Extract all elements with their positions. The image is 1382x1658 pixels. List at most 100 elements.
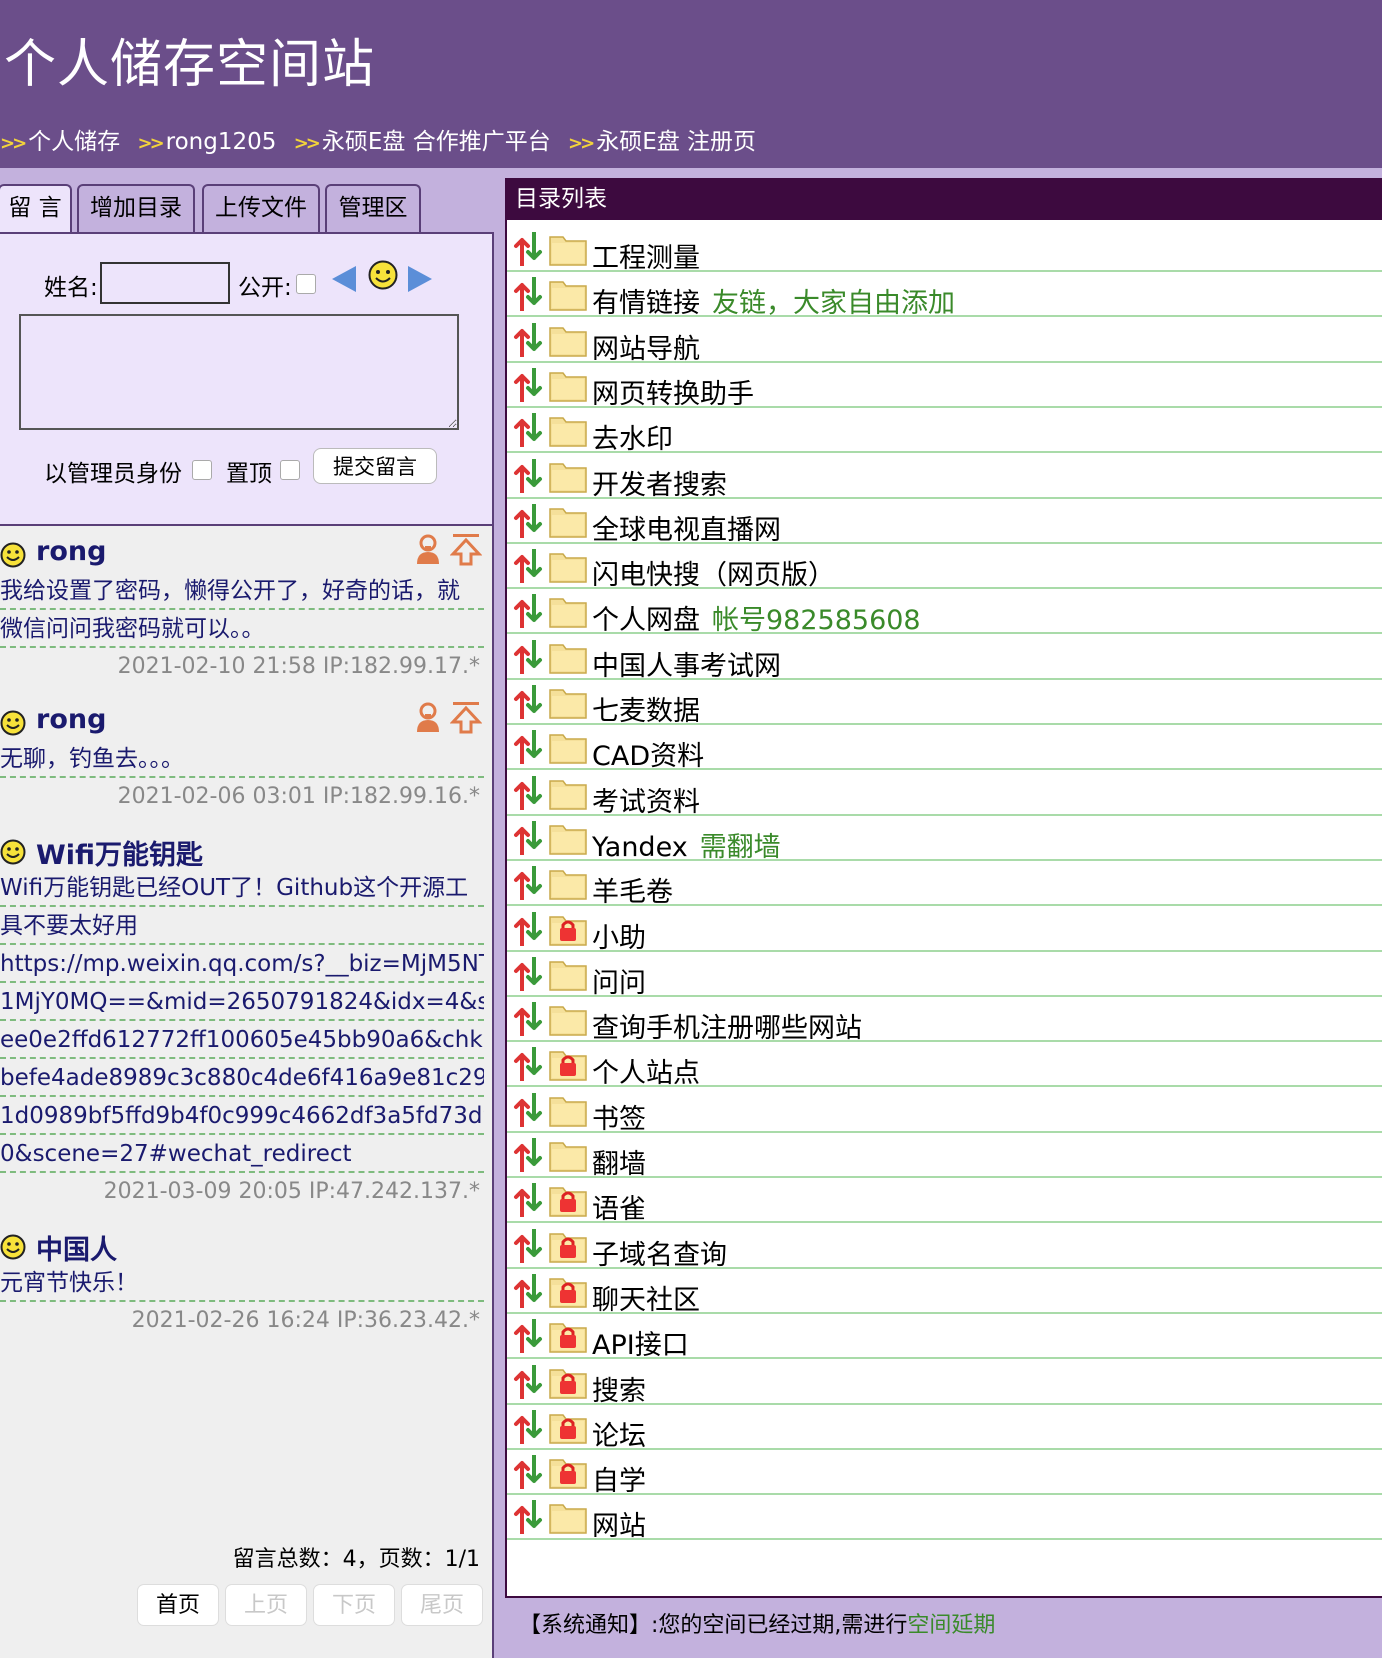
up-down-arrows-icon[interactable] xyxy=(513,322,543,357)
up-down-arrows-icon[interactable] xyxy=(513,730,543,765)
public-checkbox[interactable] xyxy=(296,274,316,294)
left-panel: 留 言 增加目录 上传文件 管理区 姓名: 公开: 以管理员身份 置顶 提交留言… xyxy=(0,168,494,1658)
public-label: 公开: xyxy=(238,275,292,301)
up-down-arrows-icon[interactable] xyxy=(513,685,543,719)
triangle-left-icon[interactable] xyxy=(332,266,356,292)
directory-row[interactable]: 七麦数据 xyxy=(507,677,1382,727)
directory-row[interactable]: 个人网盘 帐号982585608 xyxy=(507,586,1382,636)
admin-reply-icon[interactable] xyxy=(414,534,442,566)
tab-add-directory[interactable]: 增加目录 xyxy=(77,184,195,234)
directory-row[interactable]: 查询手机注册哪些网站 xyxy=(507,994,1382,1044)
message-textarea[interactable] xyxy=(19,314,459,430)
extend-space-link[interactable]: 空间延期 xyxy=(907,1613,995,1638)
directory-row[interactable]: 考试资料 xyxy=(507,768,1382,818)
up-down-arrows-icon[interactable] xyxy=(513,1002,543,1037)
up-down-arrows-icon[interactable] xyxy=(513,775,543,810)
directory-row[interactable]: 语雀 xyxy=(507,1175,1382,1225)
directory-row[interactable]: 开发者搜索 xyxy=(507,451,1382,501)
directory-row[interactable]: 翻墙 xyxy=(507,1130,1382,1180)
breadcrumb-link[interactable]: >> 个人储存 xyxy=(0,122,120,156)
up-down-arrows-icon[interactable] xyxy=(513,866,543,901)
directory-row[interactable]: 搜索 xyxy=(507,1357,1382,1407)
triangle-right-icon[interactable] xyxy=(408,266,432,292)
breadcrumb-link[interactable]: >> 永硕E盘 注册页 xyxy=(568,122,756,156)
directory-row[interactable]: 去水印 xyxy=(507,405,1382,455)
site-title: 个人储存空间站 xyxy=(4,35,376,95)
up-down-arrows-icon[interactable] xyxy=(513,277,543,312)
up-down-arrows-icon[interactable] xyxy=(513,1409,543,1444)
up-down-arrows-icon[interactable] xyxy=(513,1455,543,1490)
up-down-arrows-icon[interactable] xyxy=(513,232,543,266)
locked-folder-icon xyxy=(549,1459,587,1489)
breadcrumb-link[interactable]: >> 永硕E盘 合作推广平台 xyxy=(294,122,551,156)
directory-row[interactable]: CAD资料 xyxy=(507,722,1382,772)
directory-row[interactable]: 书签 xyxy=(507,1085,1382,1135)
directory-row[interactable]: API接口 xyxy=(507,1311,1382,1361)
tab-message[interactable]: 留 言 xyxy=(0,184,72,236)
up-down-arrows-icon[interactable] xyxy=(513,1500,543,1535)
directory-row[interactable]: 中国人事考试网 xyxy=(507,632,1382,682)
up-down-arrows-icon[interactable] xyxy=(513,1364,543,1399)
directory-row[interactable]: 网站 xyxy=(507,1492,1382,1543)
up-down-arrows-icon[interactable] xyxy=(513,1047,543,1082)
tab-admin[interactable]: 管理区 xyxy=(325,184,421,234)
name-input[interactable] xyxy=(100,262,230,304)
admin-reply-icon[interactable] xyxy=(414,702,442,734)
message-author: rong xyxy=(36,704,107,735)
folder-icon xyxy=(549,1006,587,1036)
directory-row[interactable]: 论坛 xyxy=(507,1402,1382,1452)
directory-row[interactable]: 全球电视直播网 xyxy=(507,496,1382,546)
message-meta: 2021-02-26 16:24 IP:36.23.42.* xyxy=(131,1308,480,1333)
directory-row[interactable]: 问问 xyxy=(507,949,1382,999)
breadcrumb-link[interactable]: >> rong1205 xyxy=(137,129,276,155)
directory-row[interactable]: 网页转换助手 xyxy=(507,360,1382,410)
directory-row[interactable]: 羊毛卷 xyxy=(507,858,1382,908)
up-down-arrows-icon[interactable] xyxy=(513,911,543,946)
tab-upload-file[interactable]: 上传文件 xyxy=(202,184,320,234)
directory-row[interactable]: 有情链接 友链，大家自由添加 xyxy=(507,269,1382,319)
up-down-arrows-icon[interactable] xyxy=(513,1228,543,1263)
up-down-arrows-icon[interactable] xyxy=(513,413,543,448)
directory-row[interactable]: 聊天社区 xyxy=(507,1266,1382,1316)
directory-row[interactable]: 子域名查询 xyxy=(507,1221,1382,1271)
up-down-arrows-icon[interactable] xyxy=(513,820,543,855)
submit-message-button[interactable]: 提交留言 xyxy=(313,448,437,484)
up-down-arrows-icon[interactable] xyxy=(513,594,543,629)
pin-top-icon[interactable] xyxy=(450,700,482,734)
smiley-icon[interactable] xyxy=(368,260,398,290)
locked-folder-icon xyxy=(549,1278,587,1308)
admin-checkbox[interactable] xyxy=(192,460,212,480)
message-author: rong xyxy=(36,536,107,567)
up-down-arrows-icon[interactable] xyxy=(513,639,543,674)
pin-top-icon[interactable] xyxy=(450,532,482,566)
locked-folder-icon xyxy=(549,1414,587,1444)
directory-name[interactable]: 网站 xyxy=(592,1504,646,1543)
message-meta: 2021-03-09 20:05 IP:47.242.137.* xyxy=(103,1179,480,1204)
message-item: Wifi万能钥匙 Wifi万能钥匙已经OUT了！Github这个开源工 具不要太好用… xyxy=(0,829,484,1211)
up-down-arrows-icon[interactable] xyxy=(513,1319,543,1354)
message-text-line: 具不要太好用 xyxy=(0,907,484,945)
directory-row[interactable]: 自学 xyxy=(507,1447,1382,1497)
directory-row[interactable]: Yandex 需翻墙 xyxy=(507,813,1382,863)
pin-checkbox[interactable] xyxy=(280,460,300,480)
up-down-arrows-icon[interactable] xyxy=(513,1092,543,1127)
up-down-arrows-icon[interactable] xyxy=(513,1273,543,1308)
directory-row[interactable]: 闪电快搜（网页版） xyxy=(507,541,1382,591)
directory-row[interactable]: 小助 xyxy=(507,904,1382,954)
directory-row[interactable]: 工程测量 xyxy=(507,224,1382,274)
up-down-arrows-icon[interactable] xyxy=(513,367,543,402)
folder-icon xyxy=(549,417,587,447)
up-down-arrows-icon[interactable] xyxy=(513,1183,543,1218)
message-text-line: 无聊，钓鱼去。。。 xyxy=(0,740,484,778)
directory-row[interactable]: 个人站点 xyxy=(507,1039,1382,1089)
directory-row[interactable]: 网站导航 xyxy=(507,315,1382,365)
up-down-arrows-icon[interactable] xyxy=(513,503,543,538)
up-down-arrows-icon[interactable] xyxy=(513,956,543,991)
message-form: 姓名: 公开: 以管理员身份 置顶 提交留言 xyxy=(0,232,494,526)
up-down-arrows-icon[interactable] xyxy=(513,549,543,584)
message-text-line: 元宵节快乐！ xyxy=(0,1264,484,1302)
locked-folder-icon xyxy=(549,1051,587,1082)
first-page-button[interactable]: 首页 xyxy=(137,1584,219,1626)
up-down-arrows-icon[interactable] xyxy=(513,1138,543,1172)
up-down-arrows-icon[interactable] xyxy=(513,458,543,493)
